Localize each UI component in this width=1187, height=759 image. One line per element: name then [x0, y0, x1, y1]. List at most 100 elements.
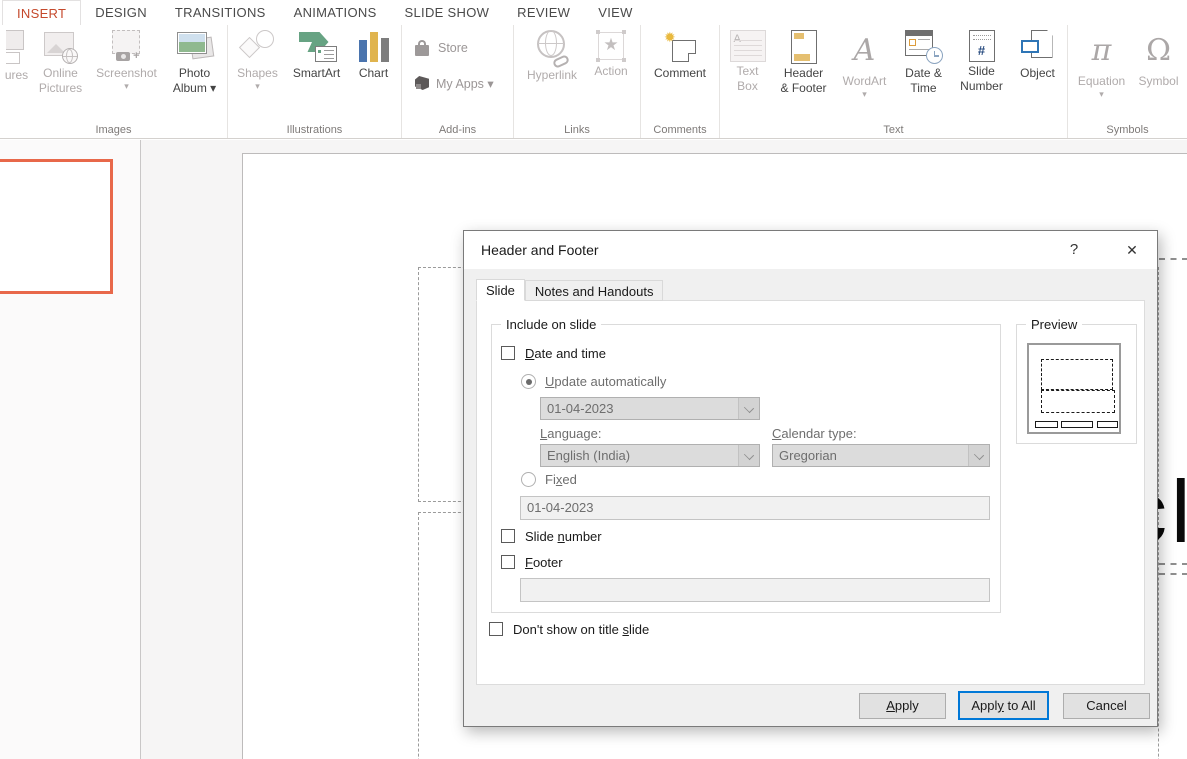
tab-insert[interactable]: INSERT: [2, 0, 81, 25]
calendar-type-label: Calendar type:: [772, 426, 857, 441]
wordart-icon: A: [854, 30, 876, 72]
ribbon-group-symbols: π Equation▾ Ω Symbol Symbols: [1068, 25, 1187, 138]
header-footer-dialog: Header and Footer ? ✕ Slide Notes and Ha…: [463, 230, 1158, 727]
group-label-illustrations: Illustrations: [228, 124, 401, 136]
preview-date-area: [1035, 421, 1058, 428]
footer-checkbox[interactable]: [501, 555, 515, 569]
online-pictures-icon: [44, 30, 78, 64]
header-footer-icon: [791, 30, 817, 64]
group-label-images: Images: [0, 124, 227, 136]
ribbon-button-header-footer[interactable]: Header& Footer: [773, 25, 835, 117]
slide-number-checkbox[interactable]: [501, 529, 515, 543]
preview-title-area: [1041, 359, 1113, 390]
language-label: Language:: [540, 426, 601, 441]
ribbon: ures OnlinePictures + Screenshot▾ PhotoA…: [0, 25, 1187, 139]
auto-date-dropdown[interactable]: 01-04-2023: [540, 397, 760, 420]
ribbon-button-online-pictures[interactable]: OnlinePictures: [32, 25, 90, 117]
ribbon-button-my-apps[interactable]: My Apps ▾: [414, 75, 494, 91]
ribbon-group-links: Hyperlink ★ Action Links: [514, 25, 641, 138]
placeholder-edge-fragment-top: [1159, 258, 1187, 260]
ribbon-button-shapes[interactable]: Shapes▾: [231, 25, 285, 117]
cancel-button[interactable]: Cancel: [1063, 693, 1150, 719]
comment-icon: ✹: [664, 30, 696, 64]
ribbon-button-action[interactable]: ★ Action: [586, 25, 636, 117]
fixed-label[interactable]: Fixed: [545, 472, 577, 487]
ribbon-button-comment[interactable]: ✹ Comment: [645, 25, 715, 117]
ribbon-button-object[interactable]: Object: [1011, 25, 1065, 117]
ribbon-group-images: ures OnlinePictures + Screenshot▾ PhotoA…: [0, 25, 228, 138]
hyperlink-icon: [535, 30, 569, 66]
ribbon-button-symbol[interactable]: Ω Symbol: [1133, 25, 1185, 117]
ribbon-button-smartart[interactable]: SmartArt: [285, 25, 349, 117]
preview-footer-area: [1061, 421, 1093, 428]
store-icon: [414, 39, 432, 57]
ribbon-button-pictures-partial[interactable]: ures: [2, 25, 32, 117]
footer-text-input[interactable]: [520, 578, 990, 602]
group-label-links: Links: [514, 124, 640, 136]
group-label-text: Text: [720, 124, 1067, 136]
photo-album-icon: [177, 30, 213, 64]
screenshot-icon: +: [110, 30, 144, 64]
slide-number-icon: #: [969, 30, 995, 62]
group-label-addins: Add-ins: [402, 124, 513, 136]
tab-transitions[interactable]: TRANSITIONS: [161, 0, 280, 25]
ribbon-button-hyperlink[interactable]: Hyperlink: [518, 25, 586, 117]
slide-thumbnail-1[interactable]: [0, 159, 113, 294]
preview-number-area: [1097, 421, 1118, 428]
dialog-tab-slide[interactable]: Slide: [476, 279, 525, 301]
ribbon-button-equation[interactable]: π Equation▾: [1071, 25, 1133, 117]
group-label-comments: Comments: [641, 124, 719, 136]
ribbon-button-chart[interactable]: Chart: [349, 25, 399, 117]
date-and-time-label[interactable]: Date and time: [525, 346, 606, 361]
ribbon-button-wordart[interactable]: A WordArt▾: [835, 25, 895, 117]
preview-legend: Preview: [1026, 317, 1082, 332]
ribbon-button-photo-album[interactable]: PhotoAlbum ▾: [164, 25, 226, 117]
ribbon-group-comments: ✹ Comment Comments: [641, 25, 720, 138]
dialog-tab-page: Include on slide Date and time Update au…: [476, 300, 1145, 685]
object-icon: [1021, 30, 1055, 64]
help-icon[interactable]: ?: [1062, 231, 1086, 269]
update-automatically-label[interactable]: Update automatically: [545, 374, 666, 389]
calendar-type-dropdown[interactable]: Gregorian: [772, 444, 990, 467]
ribbon-group-text: A TextBox Header& Footer A WordArt▾ Date…: [720, 25, 1068, 138]
slide-thumbnail-panel: [0, 140, 141, 759]
placeholder-edge-fragment-bottom: [1159, 573, 1187, 575]
date-time-icon: [905, 30, 943, 64]
tab-design[interactable]: DESIGN: [81, 0, 161, 25]
footer-label[interactable]: Footer: [525, 555, 563, 570]
tab-review[interactable]: REVIEW: [503, 0, 584, 25]
ribbon-button-date-time[interactable]: Date &Time: [895, 25, 953, 117]
dialog-title-bar: Header and Footer ? ✕: [464, 231, 1157, 269]
ribbon-button-store[interactable]: Store: [414, 39, 468, 57]
placeholder-edge-fragment-mid: [1159, 563, 1187, 565]
date-and-time-checkbox[interactable]: [501, 346, 515, 360]
apply-to-all-button[interactable]: Apply to All: [958, 691, 1049, 720]
ribbon-button-text-box[interactable]: A TextBox: [723, 25, 773, 117]
ribbon-button-screenshot[interactable]: + Screenshot▾: [90, 25, 164, 117]
dont-show-on-title-slide-label[interactable]: Don't show on title slide: [513, 622, 649, 637]
close-icon[interactable]: ✕: [1116, 231, 1148, 269]
chart-icon: [357, 30, 391, 64]
dropdown-arrow-icon: [968, 445, 989, 466]
preview-group: Preview: [1016, 324, 1137, 444]
group-label-symbols: Symbols: [1068, 124, 1187, 136]
language-dropdown[interactable]: English (India): [540, 444, 760, 467]
tab-slide-show[interactable]: SLIDE SHOW: [391, 0, 504, 25]
powerpoint-window: INSERT DESIGN TRANSITIONS ANIMATIONS SLI…: [0, 0, 1187, 759]
fixed-radio[interactable]: [521, 472, 536, 487]
ribbon-button-slide-number[interactable]: # SlideNumber: [953, 25, 1011, 117]
tab-animations[interactable]: ANIMATIONS: [280, 0, 391, 25]
include-on-slide-legend: Include on slide: [501, 317, 601, 332]
preview-thumbnail: [1027, 343, 1121, 434]
equation-icon: π: [1092, 30, 1112, 72]
tab-view[interactable]: VIEW: [584, 0, 646, 25]
shapes-icon: [240, 30, 276, 64]
fixed-date-input[interactable]: 01-04-2023: [520, 496, 990, 520]
dialog-tab-notes-handouts[interactable]: Notes and Handouts: [525, 280, 664, 301]
smartart-icon: [297, 30, 337, 64]
apply-button[interactable]: Apply: [859, 693, 946, 719]
ribbon-group-addins: Store My Apps ▾ Add-ins: [402, 25, 514, 138]
update-automatically-radio[interactable]: [521, 374, 536, 389]
dont-show-on-title-slide-checkbox[interactable]: [489, 622, 503, 636]
slide-number-label[interactable]: Slide number: [525, 529, 602, 544]
